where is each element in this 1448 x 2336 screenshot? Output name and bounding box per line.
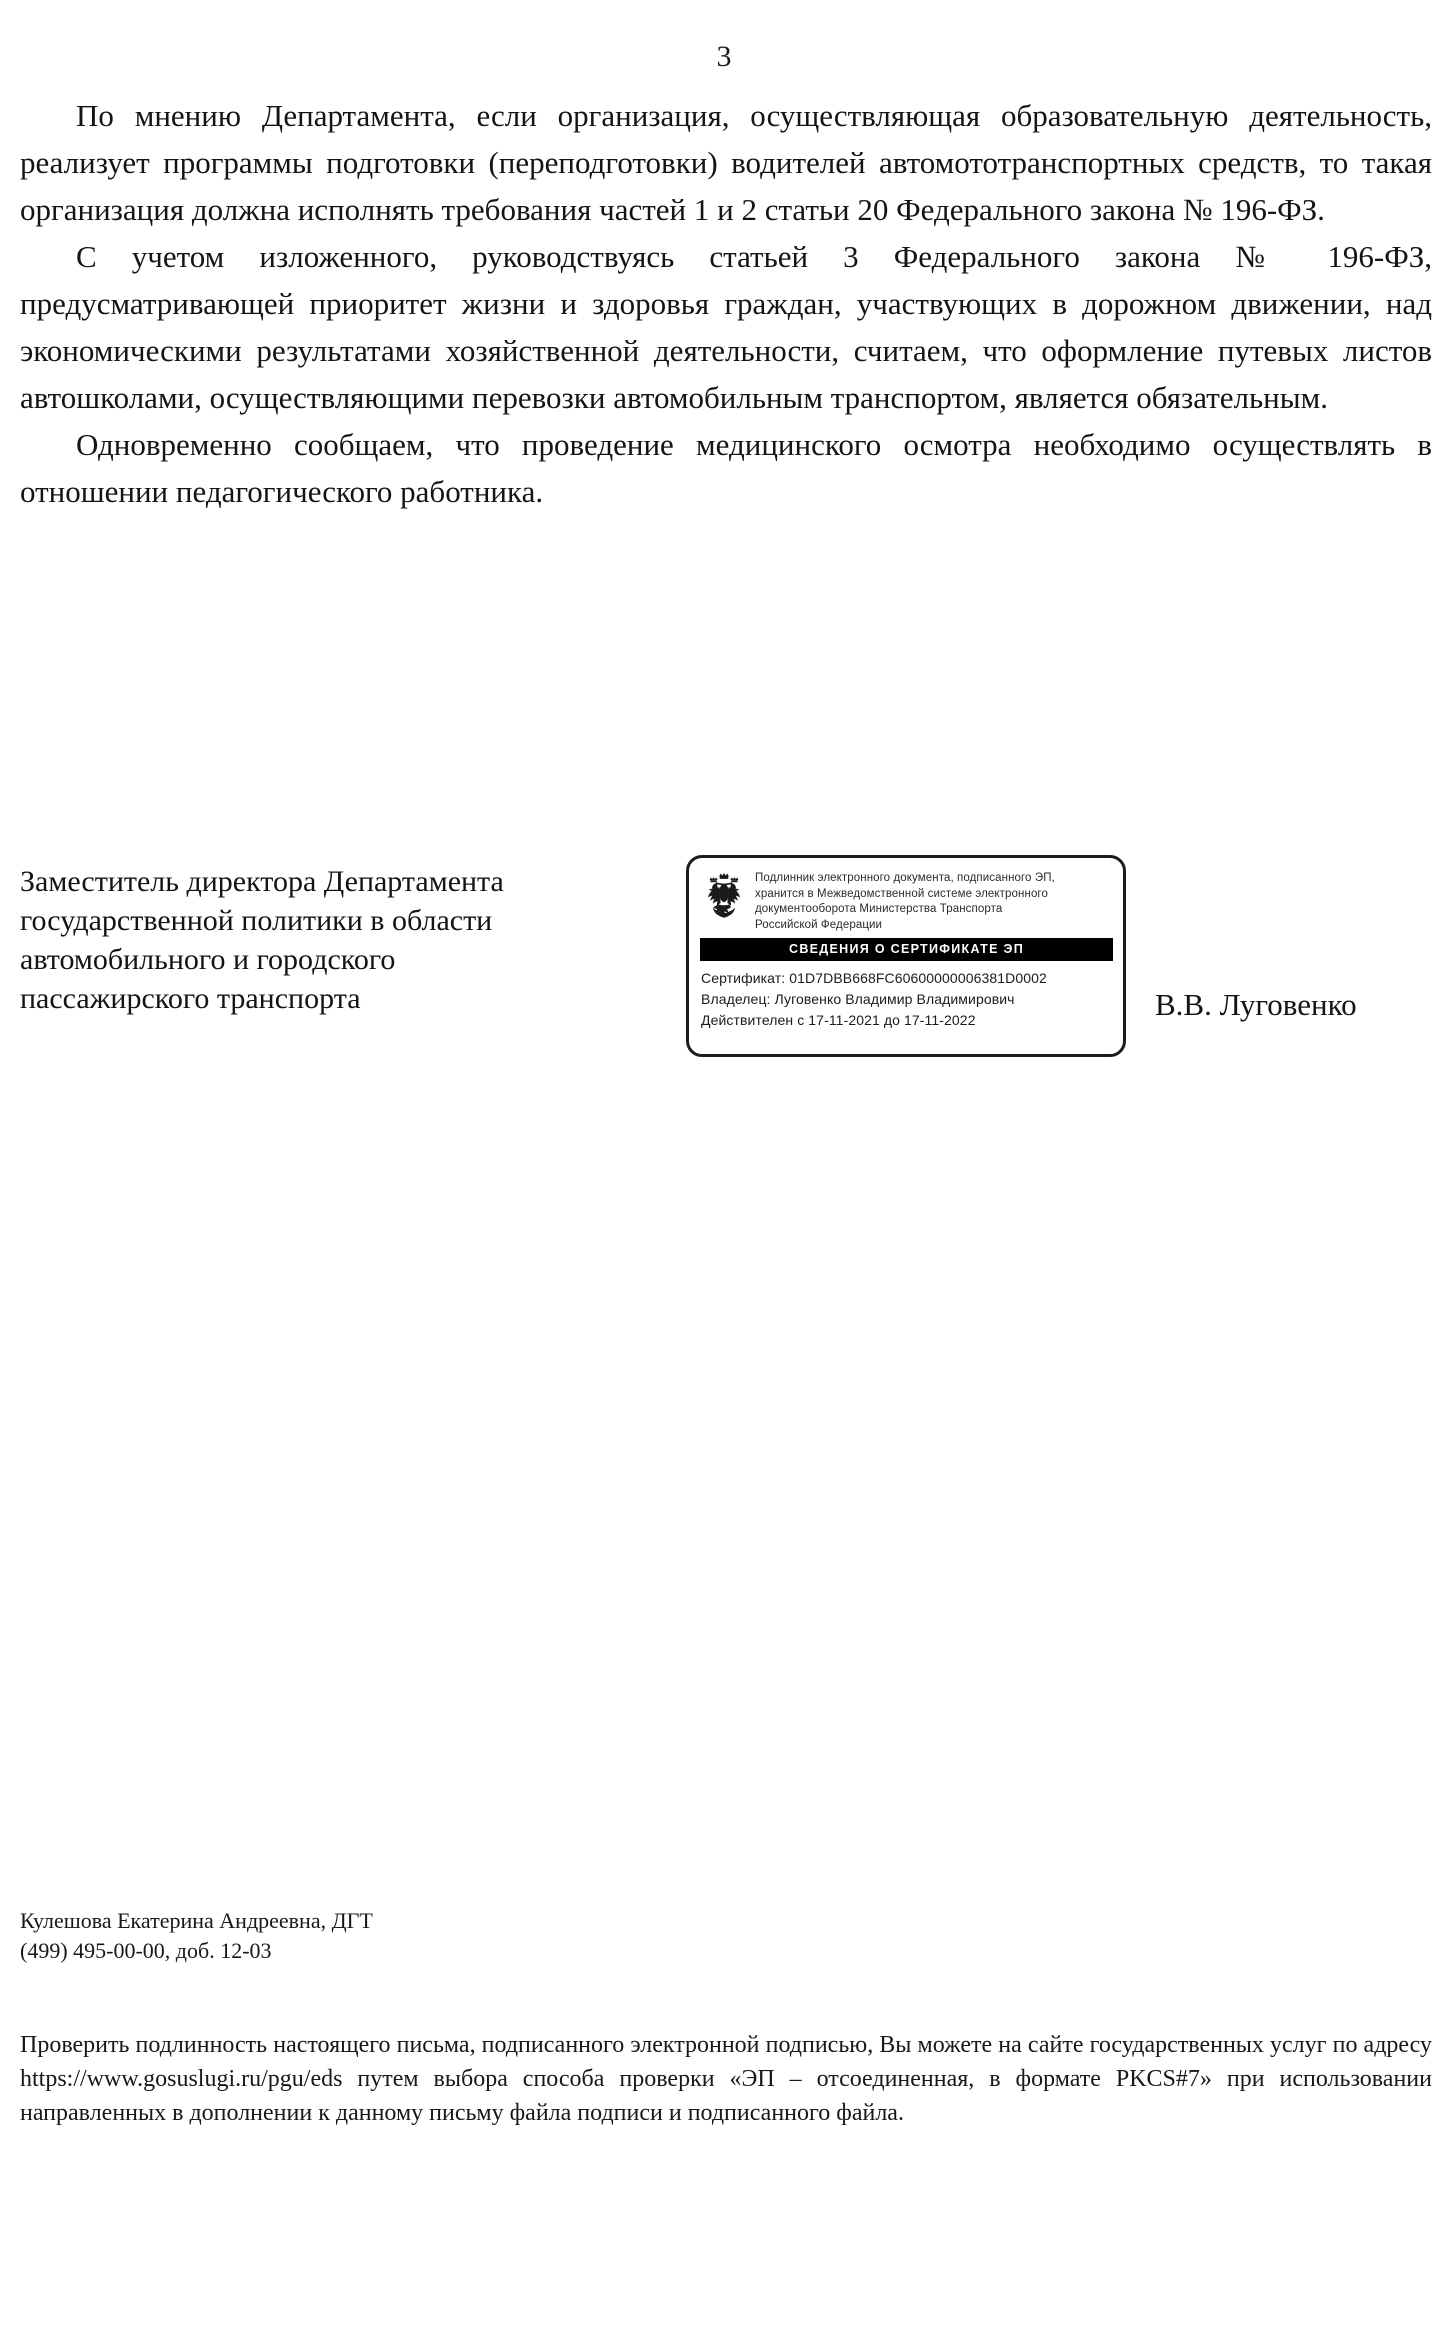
executor-phone: (499) 495-00-00, доб. 12-03	[20, 1938, 272, 1963]
signatory-position-line-4: пассажирского транспорта	[20, 982, 361, 1015]
signatory-position-line-3: автомобильного и городского	[20, 943, 396, 976]
body-paragraph-2: С учетом изложенного, руководствуясь ста…	[20, 239, 1432, 415]
body-paragraph-3: Одновременно сообщаем, что проведение ме…	[20, 427, 1432, 509]
electronic-signature-stamp: Подлинник электронного документа, подпис…	[686, 855, 1126, 1057]
russian-coat-of-arms-icon	[701, 871, 747, 925]
document-page: 3 По мнению Департамента, если организац…	[0, 0, 1448, 2336]
verification-note-text: Проверить подлинность настоящего письма,…	[20, 2032, 1432, 2126]
stamp-certificate-details: Сертификат: 01D7DBB668FC60600000006381D0…	[689, 961, 1123, 1031]
stamp-certificate-number: Сертификат: 01D7DBB668FC60600000006381D0…	[701, 970, 1047, 987]
document-body: По мнению Департамента, если организация…	[20, 92, 1432, 515]
stamp-header-line-3: документооборота Министерства Транспорта	[755, 903, 1003, 915]
signatory-position-line-2: государственной политики в области	[20, 904, 493, 937]
executor-contact: Кулешова Екатерина Андреевна, ДГТ (499) …	[20, 1906, 920, 1966]
stamp-certificate-owner: Владелец: Луговенко Владимир Владимирови…	[701, 991, 1015, 1008]
stamp-header-text: Подлинник электронного документа, подпис…	[755, 869, 1055, 933]
page-number: 3	[716, 40, 732, 73]
signature-block: Заместитель директора Департамента госуд…	[20, 855, 1432, 1082]
stamp-certificate-validity: Действителен с 17-11-2021 до 17-11-2022	[701, 1012, 976, 1029]
stamp-header-line-2: хранится в Межведомственной системе элек…	[755, 887, 1048, 900]
stamp-header-line-4: Российской Федерации	[755, 918, 883, 931]
signatory-position: Заместитель директора Департамента госуд…	[20, 862, 660, 1018]
body-paragraph-1: По мнению Департамента, если организация…	[20, 98, 1432, 227]
executor-name: Кулешова Екатерина Андреевна, ДГТ	[20, 1908, 373, 1933]
stamp-header-line-1: Подлинник электронного документа, подпис…	[755, 872, 1055, 884]
signatory-position-line-1: Заместитель директора Департамента	[20, 865, 504, 898]
verification-note: Проверить подлинность настоящего письма,…	[20, 2028, 1432, 2130]
signatory-name: В.В. Луговенко	[1155, 987, 1357, 1022]
stamp-certificate-bar: СВЕДЕНИЯ О СЕРТИФИКАТЕ ЭП	[700, 938, 1113, 962]
stamp-header: Подлинник электронного документа, подпис…	[689, 858, 1123, 933]
